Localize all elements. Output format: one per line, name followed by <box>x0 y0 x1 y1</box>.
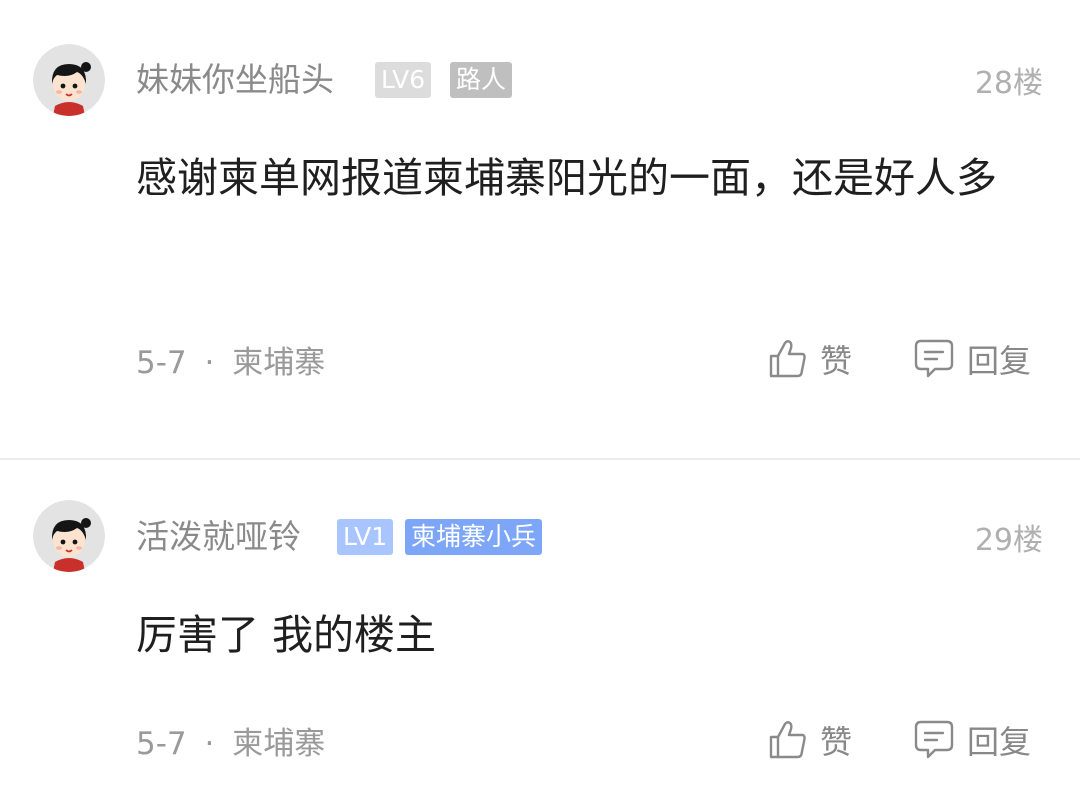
comment-text: 感谢柬单网报道柬埔寨阳光的一面，还是好人多 <box>136 154 997 202</box>
like-label: 赞 <box>820 723 853 761</box>
floor-number: 29楼 <box>974 523 1043 558</box>
reply-label: 回复 <box>967 723 1032 761</box>
comment-item: 妹妹你坐船头 LV6 路人 28楼 感谢柬单网报道柬埔寨阳光的一面，还是好人多 … <box>0 0 1080 458</box>
avatar[interactable] <box>33 500 105 572</box>
like-button[interactable]: 赞 <box>768 336 852 382</box>
comment-text: 厉害了 我的楼主 <box>136 611 437 659</box>
meta-separator: · <box>204 726 215 762</box>
comment-bubble-icon <box>914 720 954 759</box>
username[interactable]: 妹妹你坐船头 <box>136 55 334 105</box>
user-tag-badge: 柬埔寨小兵 <box>405 519 543 555</box>
comment-meta: 5-7 · 柬埔寨 <box>136 718 325 763</box>
comment-meta: 5-7 · 柬埔寨 <box>136 337 325 382</box>
thumbs-up-icon <box>769 721 806 759</box>
username[interactable]: 活泼就哑铃 <box>136 512 301 562</box>
floor-number: 28楼 <box>974 66 1043 101</box>
comment-item: 活泼就哑铃 LV1 柬埔寨小兵 29楼 厉害了 我的楼主 5-7 · 柬埔寨 赞… <box>0 460 1080 810</box>
reply-label: 回复 <box>967 342 1032 380</box>
level-badge: LV1 <box>337 519 394 555</box>
comment-location: 柬埔寨 <box>232 726 326 762</box>
comment-date: 5-7 <box>136 726 187 762</box>
like-label: 赞 <box>820 342 853 380</box>
comment-location: 柬埔寨 <box>232 345 326 381</box>
comment-bubble-icon <box>914 339 954 378</box>
reply-button[interactable]: 回复 <box>913 336 1031 382</box>
like-button[interactable]: 赞 <box>768 717 852 763</box>
user-tag-badge: 路人 <box>450 62 513 98</box>
reply-button[interactable]: 回复 <box>913 717 1031 763</box>
avatar[interactable] <box>33 44 105 116</box>
comment-date: 5-7 <box>136 345 187 381</box>
meta-separator: · <box>204 345 215 381</box>
thumbs-up-icon <box>769 340 806 378</box>
level-badge: LV6 <box>375 62 432 98</box>
